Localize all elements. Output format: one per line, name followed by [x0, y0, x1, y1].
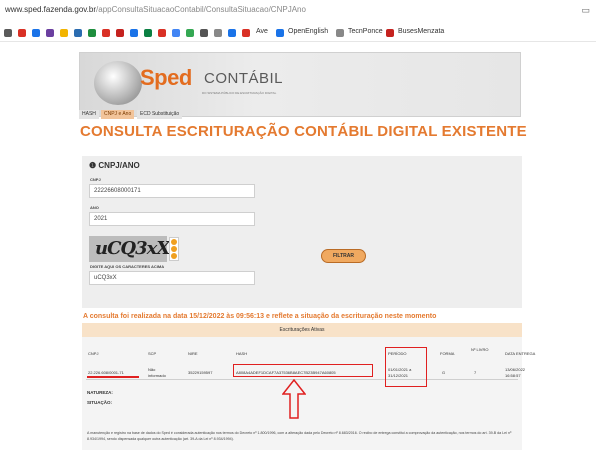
- youtube-icon[interactable]: [18, 29, 26, 37]
- table-caption: Escriturações Ativas: [82, 323, 522, 337]
- search-form: ❶ CNPJ/ANO CNPJ 22226608000171 ANO 2021 …: [82, 156, 522, 308]
- cell-entrega-2: 16:58:57: [505, 373, 521, 378]
- wikipedia-icon[interactable]: [74, 29, 82, 37]
- bookmark-icon[interactable]: [32, 29, 40, 37]
- page-content: Sped CONTÁBIL DO SISTEMA PÚBLICO DE ESCR…: [0, 43, 596, 450]
- logo-contabil-text: CONTÁBIL: [204, 70, 284, 87]
- bookmark-icon[interactable]: [46, 29, 54, 37]
- cnpj-input[interactable]: 22226608000171: [89, 184, 255, 198]
- bookmark-icon[interactable]: [276, 29, 284, 37]
- col-header-forma: FORMA: [440, 351, 455, 356]
- tab-cnpj-ano[interactable]: CNPJ e Ano: [101, 110, 135, 119]
- hash-highlight-box: [233, 364, 373, 377]
- bookmark-icon[interactable]: [172, 29, 180, 37]
- col-header-hash: HASH: [236, 351, 248, 356]
- cnpj-underline-annotation: [87, 376, 139, 378]
- logo-subtitle: DO SISTEMA PÚBLICO DE ESCRITURAÇÃO DIGIT…: [202, 91, 277, 95]
- bookmark-icon[interactable]: [386, 29, 394, 37]
- bookmark-icon[interactable]: [186, 29, 194, 37]
- legal-note: A manutenção e registro na base de dados…: [87, 431, 512, 441]
- bookmark-icon[interactable]: [60, 29, 68, 37]
- captcha-audio-icon[interactable]: [171, 246, 177, 252]
- col-header-scp: SCP: [148, 351, 157, 356]
- sped-logo-icon: [94, 61, 142, 105]
- bookmark-busesmenzata[interactable]: BusesMenzata: [398, 28, 444, 35]
- browser-menu-icon[interactable]: ▭: [581, 5, 590, 16]
- bookmark-icon[interactable]: [88, 29, 96, 37]
- tab-ecd-substituicao[interactable]: ECD Substituição: [137, 110, 183, 119]
- periodo-highlight-box: [385, 347, 427, 387]
- cell-scp-1: Não: [148, 367, 156, 372]
- cell-forma: G: [442, 370, 446, 375]
- ano-label: ANO: [90, 205, 99, 210]
- document-icon[interactable]: [336, 29, 344, 37]
- captcha-controls: [169, 237, 179, 261]
- col-header-livro: Nº LIVRO: [471, 347, 489, 352]
- bookmark-ave[interactable]: Ave: [256, 28, 268, 35]
- filtrar-button[interactable]: FILTRAR: [321, 249, 366, 263]
- url-path: /appConsultaSituacaoContabil/ConsultaSit…: [96, 5, 306, 14]
- captcha-image: uCQ3xX: [89, 236, 170, 262]
- bookmark-icon[interactable]: [102, 29, 110, 37]
- cell-cnpj[interactable]: 22.226.608/0001-71: [88, 370, 124, 375]
- captcha-refresh-icon[interactable]: [171, 239, 177, 245]
- bookmark-icon[interactable]: [144, 29, 152, 37]
- browser-address-bar[interactable]: www.sped.fazenda.gov.br/appConsultaSitua…: [0, 0, 596, 22]
- col-header-data-entrega: DATA ENTREGA: [505, 351, 536, 356]
- bookmark-icon[interactable]: [228, 29, 236, 37]
- bookmark-icon[interactable]: [130, 29, 138, 37]
- bookmark-icon[interactable]: [242, 29, 250, 37]
- url-host: www.sped.fazenda.gov.br: [5, 5, 97, 14]
- cell-nire: 35229159597: [188, 370, 213, 375]
- bookmarks-bar: Ave OpenEnglish TecnPonce BusesMenzata: [0, 24, 596, 42]
- cell-livro: 7: [474, 370, 477, 375]
- url-field[interactable]: www.sped.fazenda.gov.br/appConsultaSitua…: [5, 5, 306, 14]
- captcha-input[interactable]: uCQ3xX: [89, 271, 255, 285]
- apps-icon[interactable]: [4, 29, 12, 37]
- col-header-nire: NIRE: [188, 351, 198, 356]
- pinterest-icon[interactable]: [158, 29, 166, 37]
- tab-hash[interactable]: HASH: [79, 110, 99, 119]
- document-icon[interactable]: [200, 29, 208, 37]
- logo-sped-text: Sped: [140, 65, 192, 90]
- query-notice: A consulta foi realizada na data 15/12/2…: [83, 313, 437, 320]
- arrow-up-icon: [282, 379, 306, 419]
- cell-entrega-1: 13/06/2022: [505, 367, 526, 372]
- cell-scp-2: informado: [148, 373, 166, 378]
- info-icon: ❶: [89, 161, 99, 170]
- col-header-cnpj: CNPJ: [88, 351, 99, 356]
- captcha-text: uCQ3xX: [95, 238, 170, 259]
- bookmark-openenglish[interactable]: OpenEnglish: [288, 28, 328, 35]
- form-section-title: ❶ CNPJ/ANO: [89, 161, 140, 170]
- bookmark-icon[interactable]: [116, 29, 124, 37]
- bookmark-icon[interactable]: [214, 29, 222, 37]
- cnpj-label: CNPJ: [90, 177, 101, 182]
- situacao-label: SITUAÇÃO:: [87, 400, 112, 405]
- bookmark-tecnponce[interactable]: TecnPonce: [348, 28, 383, 35]
- natureza-label: NATUREZA:: [87, 390, 113, 395]
- ano-input[interactable]: 2021: [89, 212, 255, 226]
- captcha-label: DIGITE AQUI OS CARACTERES ACIMA: [90, 264, 165, 269]
- page-title: CONSULTA ESCRITURAÇÃO CONTÁBIL DIGITAL E…: [80, 123, 527, 140]
- captcha-help-icon[interactable]: [171, 253, 177, 259]
- sped-banner: Sped CONTÁBIL DO SISTEMA PÚBLICO DE ESCR…: [79, 52, 521, 117]
